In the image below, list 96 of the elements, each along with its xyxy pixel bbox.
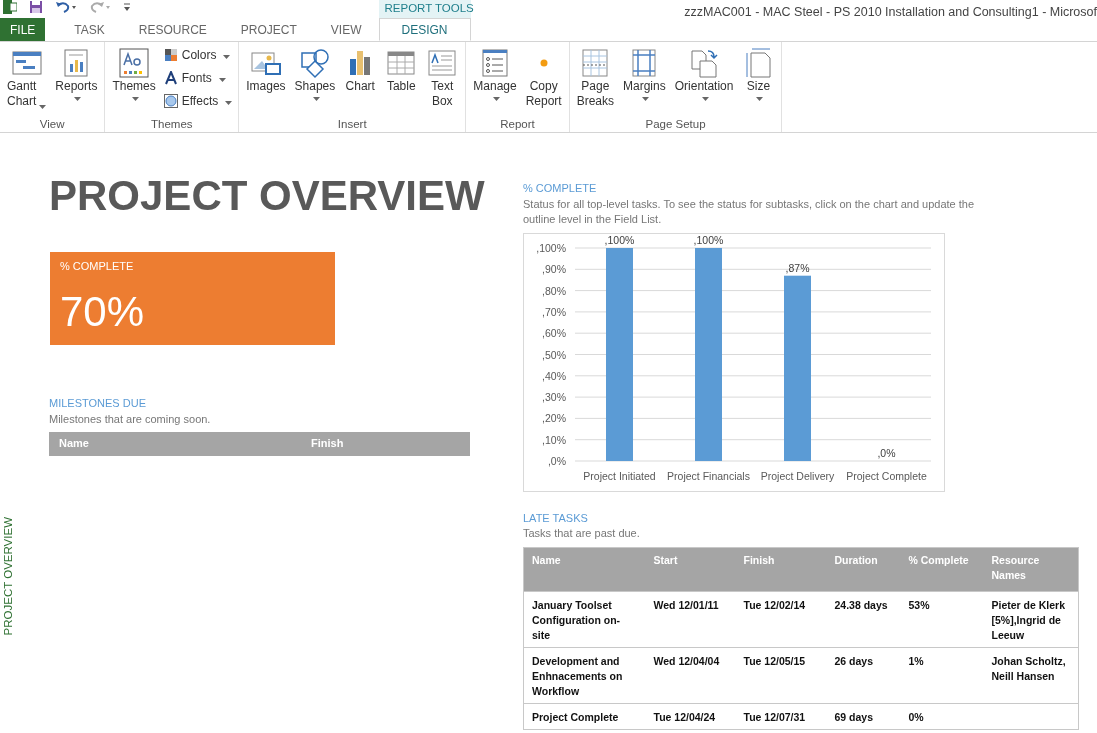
- ribbon-button[interactable]: Effects: [161, 91, 235, 111]
- shapes-icon: [298, 47, 331, 79]
- table-cell: 69 days: [826, 703, 901, 730]
- axis-tick-label: ,80%: [542, 284, 566, 297]
- color-swatch-icon: [163, 48, 178, 62]
- section-description: Tasks that are past due.: [523, 526, 641, 541]
- axis-tick-label: ,40%: [542, 369, 566, 382]
- column-header: Name: [58, 436, 90, 452]
- table-cell: Tue 12/07/31: [735, 703, 827, 730]
- category-label: Project Delivery: [760, 469, 835, 482]
- ribbon-group-label: Page Setup: [644, 117, 707, 132]
- axis-tick-label: ,100%: [536, 241, 566, 254]
- column-header: Start: [645, 547, 736, 592]
- table-cell: Tue 12/02/14: [735, 591, 827, 648]
- ribbon-group-label: Report: [499, 117, 536, 132]
- text-box-icon: [426, 47, 459, 79]
- tile-value: 70%: [60, 290, 146, 333]
- table-cell: Tue 12/05/15: [735, 647, 827, 704]
- table-cell: Johan Scholtz,Neill Hansen: [983, 647, 1079, 704]
- ribbon-button[interactable]: Images: [243, 45, 289, 96]
- table-cell: Development and Enhnacements on Workflow: [523, 647, 646, 704]
- ribbon-button[interactable]: Size: [739, 45, 778, 103]
- ribbon-tab[interactable]: DESIGN: [378, 18, 471, 41]
- axis-tick-label: ,0%: [547, 454, 566, 467]
- rotate-pages-icon: [688, 47, 721, 79]
- section-description: Status for all top-level tasks. To see the status for subtasks, click on the chart and update the outline level in the Field List.: [523, 196, 976, 227]
- section-heading: % COMPLETE: [523, 181, 598, 196]
- ribbon-tab[interactable]: PROJECT: [223, 18, 314, 41]
- ribbon-button[interactable]: Page Breaks: [573, 45, 618, 111]
- axis-tick-label: ,20%: [542, 411, 566, 424]
- save-icon[interactable]: [29, 0, 43, 14]
- section-heading: MILESTONES DUE: [49, 396, 147, 411]
- axis-tick-label: ,60%: [542, 326, 566, 339]
- ribbon-button[interactable]: Colors: [161, 45, 235, 65]
- customize-icon[interactable]: [123, 2, 131, 12]
- circle-icon: [163, 94, 178, 108]
- table-cell: 53%: [900, 591, 984, 648]
- column-header: Name: [523, 547, 646, 592]
- axis-tick-label: ,30%: [542, 390, 566, 403]
- column-header: Finish: [310, 436, 344, 452]
- section-heading: LATE TASKS: [523, 510, 589, 526]
- axis-tick-label: ,70%: [542, 305, 566, 318]
- tile-label: % COMPLETE: [60, 259, 135, 274]
- table-cell: 0%: [900, 703, 984, 730]
- side-label: PROJECT OVERVIEW: [1, 516, 15, 635]
- ribbon-button[interactable]: Table: [382, 45, 421, 96]
- ribbon-button[interactable]: Gantt Chart: [4, 45, 50, 111]
- data-label: ,100%: [604, 233, 635, 246]
- ribbon-button[interactable]: Shapes: [291, 45, 339, 103]
- ribbon-button[interactable]: Orientation: [671, 45, 737, 103]
- table-cell: Tue 12/04/24: [645, 703, 736, 730]
- ribbon-group-label: Insert: [336, 117, 368, 132]
- ribbon-button[interactable]: Copy Report: [522, 45, 565, 111]
- table-cell: Wed 12/04/04: [645, 647, 736, 704]
- undo-icon[interactable]: [55, 0, 77, 14]
- contextual-tab-group-label: REPORT TOOLS: [378, 0, 471, 18]
- data-label: ,87%: [785, 261, 810, 274]
- themes-icon: [118, 47, 151, 79]
- ribbon-group-label: Themes: [150, 117, 194, 132]
- table-cell: 1%: [900, 647, 984, 704]
- category-label: Project Financials: [667, 469, 750, 482]
- app-logo-icon: [3, 0, 17, 14]
- column-header: Resource Names: [983, 547, 1079, 592]
- table-cell: Project Complete: [523, 703, 646, 730]
- font-icon: [163, 71, 178, 85]
- column-header: Finish: [735, 547, 827, 592]
- ribbon-button[interactable]: Text Box: [423, 45, 462, 111]
- table-cell: January Toolset Configuration on-site: [523, 591, 646, 648]
- dot-icon: [539, 59, 548, 67]
- column-header: Duration: [826, 547, 901, 592]
- ribbon-tab[interactable]: TASK: [57, 18, 122, 41]
- ribbon-button[interactable]: Fonts: [161, 68, 235, 88]
- table-cell: Pieter de Klerk[5%],Ingrid de Leeuw: [983, 591, 1079, 648]
- ribbon-tab[interactable]: VIEW: [313, 18, 379, 41]
- table-cell: 24.38 days: [826, 591, 901, 648]
- data-label: ,100%: [693, 233, 724, 246]
- data-label: ,0%: [877, 446, 896, 459]
- ribbon-tab[interactable]: RESOURCE: [121, 18, 224, 41]
- ribbon-button[interactable]: Margins: [620, 45, 669, 103]
- window-title: zzzMAC001 - MAC Steel - PS 2010 Installation and Consulting1 - Microsof: [684, 4, 1097, 21]
- axis-tick-label: ,50%: [542, 348, 566, 360]
- axis-tick-label: ,90%: [542, 262, 566, 275]
- ribbon-button[interactable]: Themes: [109, 45, 159, 103]
- ribbon-button[interactable]: Reports: [52, 45, 101, 103]
- column-header: % Complete: [900, 547, 984, 592]
- axis-tick-label: ,10%: [542, 433, 566, 446]
- table-cell: 26 days: [826, 647, 901, 704]
- ribbon-group-label: View: [38, 117, 66, 132]
- ribbon-button[interactable]: Manage: [470, 45, 520, 103]
- file-tab[interactable]: FILE: [0, 18, 46, 41]
- table-cell: Wed 12/01/11: [645, 591, 736, 648]
- category-label: Project Complete: [846, 469, 927, 482]
- section-description: Milestones that are coming soon.: [49, 411, 212, 427]
- category-label: Project Initiated: [583, 469, 656, 482]
- report-title: PROJECT OVERVIEW: [49, 175, 486, 217]
- ribbon-button[interactable]: Chart: [341, 45, 380, 96]
